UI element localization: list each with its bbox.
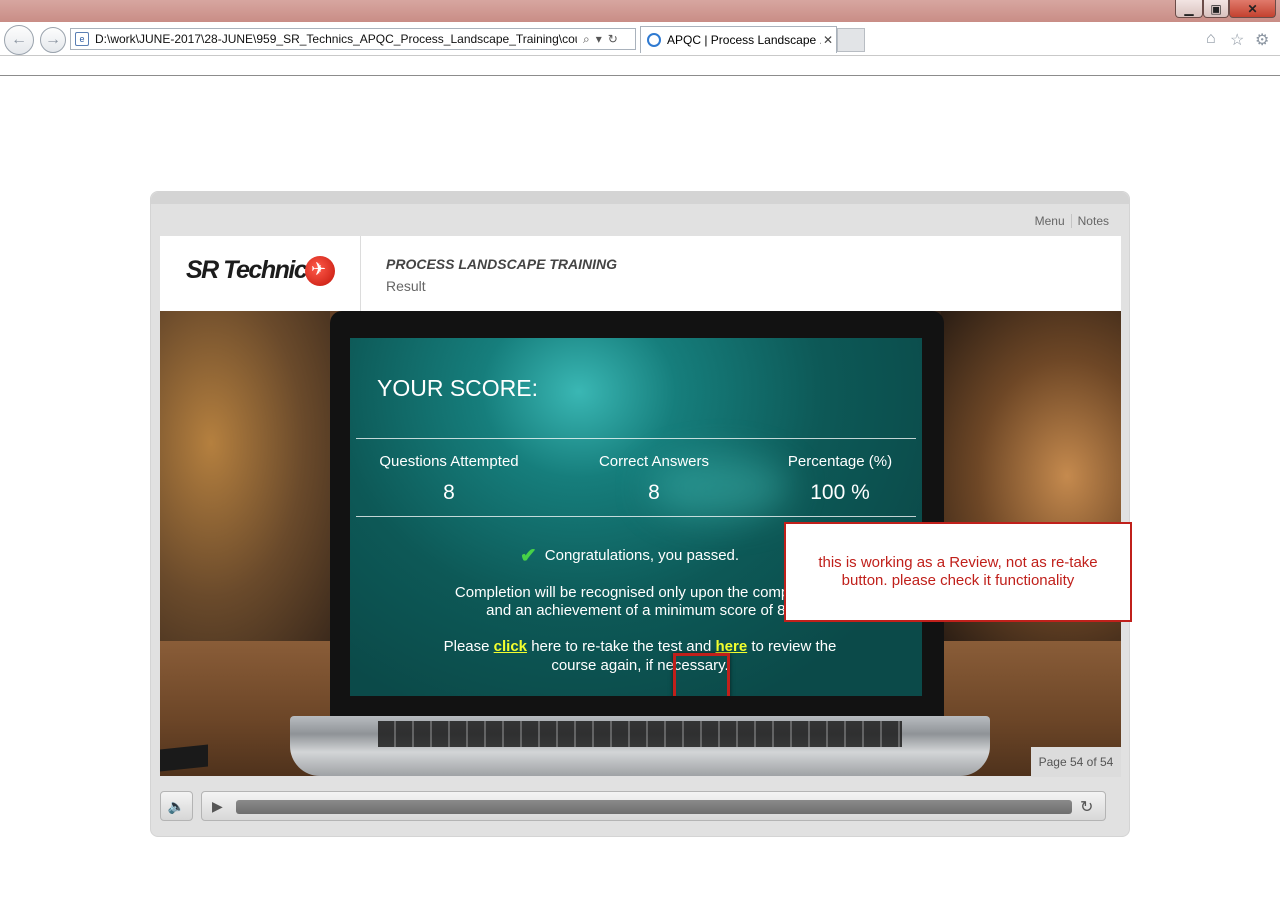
stat-label: Correct Answers xyxy=(598,453,710,470)
congratulations-text: Congratulations, you passed. xyxy=(544,547,740,564)
back-button[interactable]: ← xyxy=(4,25,34,55)
play-icon[interactable]: ▶ xyxy=(212,798,223,815)
favorites-star-icon[interactable]: ☆ xyxy=(1230,30,1244,50)
notes-link[interactable]: Notes xyxy=(1072,214,1115,228)
retake-suffix: to review the xyxy=(747,638,837,655)
maximize-button[interactable]: ▣ xyxy=(1203,0,1229,18)
seek-bar[interactable] xyxy=(236,800,1072,814)
divider-bottom xyxy=(356,516,916,517)
course-title: PROCESS LANDSCAPE TRAINING xyxy=(386,256,618,272)
retake-instructions: Please click here to re-take the test an… xyxy=(410,637,870,675)
forward-arrow-icon: → xyxy=(45,31,61,48)
retake-suffix-line: course again, if necessary. xyxy=(551,657,729,674)
speaker-icon: 🔈 xyxy=(167,797,186,814)
playback-controls: ▶ ↻ xyxy=(201,791,1106,821)
stat-label: Questions Attempted xyxy=(379,453,519,470)
click-highlight-box xyxy=(673,653,730,696)
stat-value: 100 % xyxy=(810,481,870,504)
tab-title: APQC | Process Landscape ... xyxy=(667,33,821,47)
stat-percentage: Percentage (%) 100 % xyxy=(750,453,922,505)
close-window-button[interactable]: ✕ xyxy=(1229,0,1276,18)
minimize-button[interactable]: ▁ xyxy=(1175,0,1203,18)
browser-tab[interactable]: APQC | Process Landscape ... ✕ xyxy=(640,26,837,53)
url-text[interactable]: D:\work\JUNE-2017\28-JUNE\959_SR_Technic… xyxy=(95,32,577,46)
retake-click-link[interactable]: click xyxy=(494,638,527,655)
laptop-screen: YOUR SCORE: Questions Attempted 8 Correc… xyxy=(350,338,922,696)
review-annotation: this is working as a Review, not as re-t… xyxy=(784,522,1132,622)
replay-icon[interactable]: ↻ xyxy=(1080,797,1093,817)
score-heading: YOUR SCORE: xyxy=(377,375,539,401)
new-tab-button[interactable] xyxy=(837,28,865,52)
stat-value: 8 xyxy=(648,481,660,504)
window-titlebar: ▁ ▣ ✕ xyxy=(0,0,1280,22)
search-icon[interactable]: ⌕ xyxy=(583,32,590,47)
header-divider xyxy=(360,236,361,311)
refresh-icon[interactable]: ↻ xyxy=(608,32,618,46)
stat-questions-attempted: Questions Attempted 8 xyxy=(359,453,539,505)
page-title: Result xyxy=(386,278,426,294)
retake-prefix: Please xyxy=(443,638,494,655)
command-bar xyxy=(0,56,1280,76)
tab-close-icon[interactable]: ✕ xyxy=(823,33,833,47)
background-left xyxy=(160,311,330,641)
ie-icon xyxy=(647,33,661,47)
checkmark-icon: ✔ xyxy=(520,545,537,567)
menu-link[interactable]: Menu xyxy=(1029,214,1071,228)
browser-navbar: ← → e D:\work\JUNE-2017\28-JUNE\959_SR_T… xyxy=(0,22,1280,56)
congratulations-message: ✔ Congratulations, you passed. xyxy=(520,543,739,568)
page-counter: Page 54 of 54 xyxy=(1031,747,1121,777)
course-header: SR Technics PROCESS LANDSCAPE TRAINING R… xyxy=(160,236,1121,311)
stat-correct-answers: Correct Answers 8 xyxy=(564,453,744,505)
brand-logo: SR Technics xyxy=(186,256,320,284)
dropdown-icon[interactable]: ▾ xyxy=(596,32,602,46)
settings-gear-icon[interactable]: ⚙ xyxy=(1255,30,1269,50)
laptop-keyboard xyxy=(378,721,902,747)
stat-label: Percentage (%) xyxy=(787,453,893,470)
mute-button[interactable]: 🔈 xyxy=(160,791,193,821)
player-top-menu: Menu Notes xyxy=(1029,214,1115,228)
stat-value: 8 xyxy=(443,481,455,504)
player-top-strip xyxy=(151,192,1129,204)
page-favicon-icon: e xyxy=(75,32,89,46)
address-bar[interactable]: e D:\work\JUNE-2017\28-JUNE\959_SR_Techn… xyxy=(70,28,636,50)
course-player: Menu Notes SR Technics PROCESS LANDSCAPE… xyxy=(150,191,1130,837)
forward-button[interactable]: → xyxy=(40,27,66,53)
divider-top xyxy=(356,438,916,439)
home-icon[interactable]: ⌂ xyxy=(1206,30,1216,48)
back-arrow-icon: ← xyxy=(11,31,27,48)
brand-logo-icon xyxy=(305,256,335,286)
